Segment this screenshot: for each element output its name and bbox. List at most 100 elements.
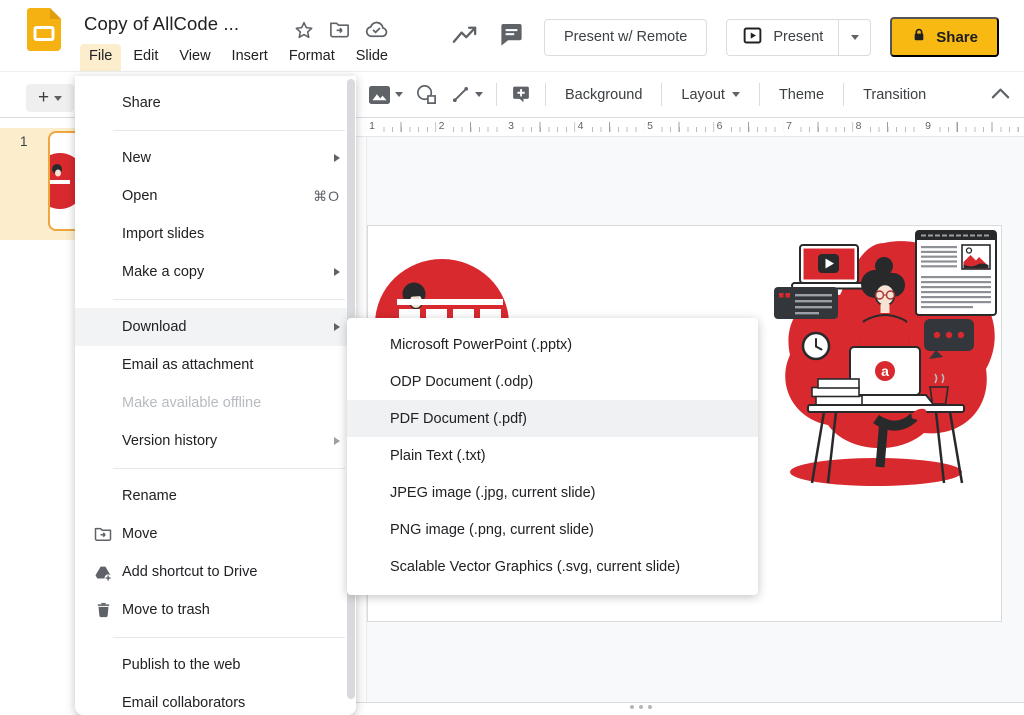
menu-item-add-shortcut-to-drive[interactable]: Add shortcut to Drive <box>75 553 356 591</box>
stats-icon[interactable] <box>450 22 479 53</box>
menu-item-share[interactable]: Share <box>75 84 356 122</box>
menubar-edit[interactable]: Edit <box>124 44 167 71</box>
layout-button[interactable]: Layout <box>669 79 752 111</box>
chevron-down-icon <box>54 96 62 101</box>
theme-label: Theme <box>779 87 824 103</box>
speaker-notes-panel[interactable] <box>355 702 1024 715</box>
ruler-number: 2 <box>436 120 448 132</box>
insert-line-button[interactable] <box>444 79 489 111</box>
lock-icon <box>911 26 927 48</box>
menu-item-email-as-attachment[interactable]: Email as attachment <box>75 346 356 384</box>
laptop-logo-letter: a <box>881 363 889 379</box>
theme-button[interactable]: Theme <box>767 79 836 111</box>
folder-move-icon <box>92 515 114 553</box>
insert-shape-icon <box>415 83 438 106</box>
filmstrip: 1 <box>0 118 75 715</box>
menu-item-publish-to-the-web[interactable]: Publish to the web <box>75 646 356 684</box>
menu-item-new[interactable]: New <box>75 139 356 177</box>
menubar-file[interactable]: File <box>80 44 121 71</box>
present-with-remote-button[interactable]: Present w/ Remote <box>544 19 707 56</box>
star-icon[interactable] <box>293 19 315 46</box>
file-menu: Share New Open ⌘O Import slides Make a c… <box>75 76 356 715</box>
submenu-arrow-icon <box>334 323 340 331</box>
menubar-view[interactable]: View <box>170 44 219 71</box>
submenu-item-txt[interactable]: Plain Text (.txt) <box>347 437 758 474</box>
menu-item-email-collaborators[interactable]: Email collaborators <box>75 684 356 715</box>
horizontal-ruler: 1 2 3 4 5 6 7 8 9 <box>355 118 1024 137</box>
cloud-saved-icon[interactable] <box>364 17 389 47</box>
chevron-down-icon <box>851 35 859 40</box>
menubar-slide[interactable]: Slide <box>347 44 397 71</box>
submenu-item-odp[interactable]: ODP Document (.odp) <box>347 363 758 400</box>
collapse-menus-button[interactable] <box>990 86 1011 105</box>
chevron-down-icon <box>395 92 403 97</box>
transition-label: Transition <box>863 87 926 103</box>
toolbar-separator <box>496 83 497 106</box>
layout-label: Layout <box>681 87 725 103</box>
menu-item-move[interactable]: Move <box>75 515 356 553</box>
present-split-button: Present <box>726 19 871 56</box>
ruler-number: 7 <box>783 120 795 132</box>
toolbar-separator <box>545 83 546 106</box>
menubar-format[interactable]: Format <box>280 44 344 71</box>
download-submenu: Microsoft PowerPoint (.pptx) ODP Documen… <box>347 318 758 595</box>
menubar: File Edit View Insert Format Slide <box>80 44 397 71</box>
menu-separator <box>113 130 345 131</box>
submenu-item-pdf[interactable]: PDF Document (.pdf) <box>347 400 758 437</box>
menu-item-rename[interactable]: Rename <box>75 477 356 515</box>
document-title[interactable]: Copy of AllCode ... <box>84 13 239 35</box>
move-folder-icon[interactable] <box>328 18 351 46</box>
share-button[interactable]: Share <box>890 17 999 57</box>
background-label: Background <box>565 87 642 103</box>
ruler-number: 6 <box>714 120 726 132</box>
slide-number: 1 <box>20 134 28 149</box>
background-button[interactable]: Background <box>553 79 654 111</box>
menu-item-make-available-offline: Make available offline <box>75 384 356 422</box>
slides-logo[interactable] <box>27 8 61 56</box>
titlebar: Copy of AllCode ... File Edit View Inser… <box>0 0 1024 72</box>
ruler-number: 9 <box>922 120 934 132</box>
menu-item-move-to-trash[interactable]: Move to trash <box>75 591 356 629</box>
submenu-item-pptx[interactable]: Microsoft PowerPoint (.pptx) <box>347 326 758 363</box>
insert-line-icon <box>450 84 471 105</box>
slide-illustration-right[interactable]: a <box>764 229 1004 495</box>
chevron-down-icon <box>732 92 740 97</box>
menu-item-open[interactable]: Open ⌘O <box>75 177 356 215</box>
submenu-item-jpeg[interactable]: JPEG image (.jpg, current slide) <box>347 474 758 511</box>
new-slide-plus-icon: + <box>38 88 49 107</box>
clock <box>803 333 829 359</box>
insert-comment-icon <box>510 84 532 105</box>
chevron-down-icon <box>475 92 483 97</box>
slides-logo-icon <box>27 8 61 51</box>
insert-image-button[interactable] <box>362 79 409 111</box>
drive-shortcut-icon <box>92 553 114 591</box>
toolbar-separator <box>843 83 844 106</box>
chevron-up-icon <box>990 86 1011 100</box>
menu-item-make-a-copy[interactable]: Make a copy <box>75 253 356 291</box>
notes-drag-handle[interactable] <box>630 705 652 709</box>
new-slide-button[interactable]: + <box>26 84 74 112</box>
menu-item-download[interactable]: Download <box>75 308 356 346</box>
submenu-item-svg[interactable]: Scalable Vector Graphics (.svg, current … <box>347 548 758 585</box>
present-icon <box>742 25 763 50</box>
comment-icon[interactable] <box>498 21 525 53</box>
message-card <box>774 287 838 319</box>
menu-item-version-history[interactable]: Version history <box>75 422 356 460</box>
transition-button[interactable]: Transition <box>851 79 938 111</box>
google-slides-window: Copy of AllCode ... File Edit View Inser… <box>0 0 1024 715</box>
present-dropdown-button[interactable] <box>838 20 870 55</box>
present-with-remote-label: Present w/ Remote <box>564 29 687 45</box>
submenu-arrow-icon <box>334 154 340 162</box>
insert-comment-button[interactable] <box>504 79 538 111</box>
video-card <box>792 245 866 289</box>
insert-shape-button[interactable] <box>409 79 444 111</box>
browser-card <box>916 231 996 315</box>
ruler-number: 1 <box>366 120 378 132</box>
keyboard-shortcut: ⌘O <box>313 188 340 205</box>
submenu-arrow-icon <box>334 268 340 276</box>
present-button[interactable]: Present <box>727 20 838 55</box>
submenu-item-png[interactable]: PNG image (.png, current slide) <box>347 511 758 548</box>
menu-item-import-slides[interactable]: Import slides <box>75 215 356 253</box>
menubar-insert[interactable]: Insert <box>223 44 277 71</box>
ruler-number: 4 <box>575 120 587 132</box>
